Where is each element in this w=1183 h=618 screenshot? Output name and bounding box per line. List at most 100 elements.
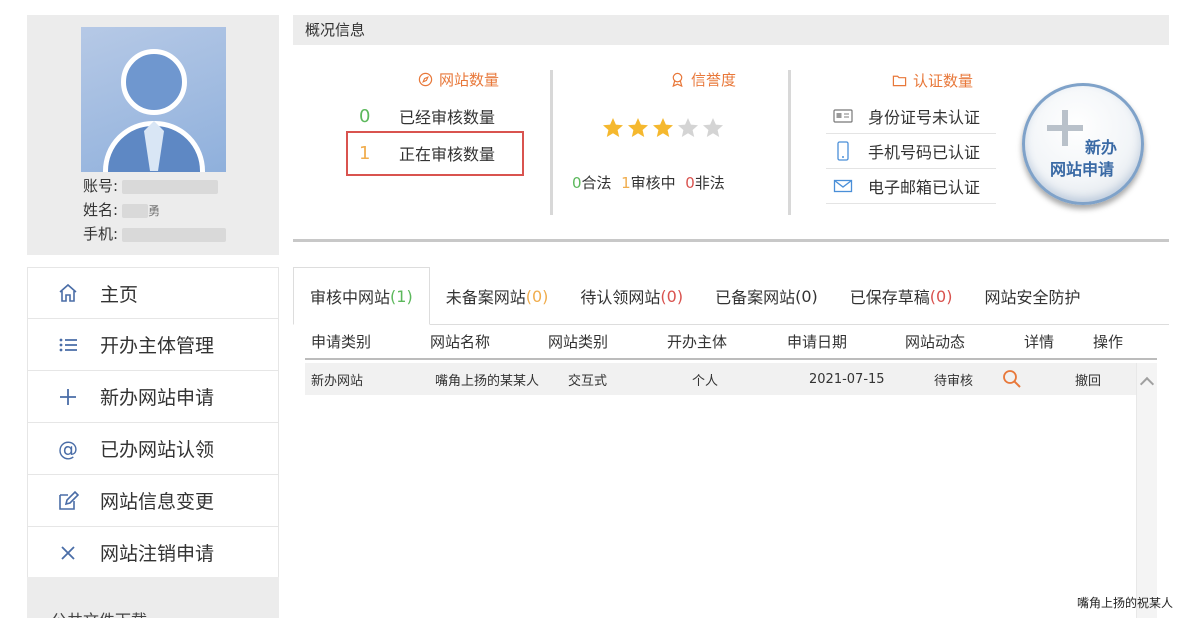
legal-label: 合法	[581, 174, 612, 192]
account-row: 账号:	[83, 175, 219, 196]
star-filled-icon	[653, 118, 673, 137]
at-icon: @	[58, 436, 78, 461]
site-count-title-text: 网站数量	[439, 71, 500, 89]
sidebar-item-site-change[interactable]: 网站信息变更	[27, 475, 279, 527]
th-action: 操作	[1093, 333, 1124, 351]
avatar-head	[121, 49, 187, 115]
tab-security[interactable]: 网站安全防护	[968, 267, 1096, 325]
id-card-icon	[832, 108, 854, 124]
new-site-button-line1: 新办	[1085, 138, 1118, 157]
list-icon	[56, 334, 80, 356]
table-scrollbar[interactable]	[1136, 363, 1157, 618]
tab-count: (0)	[660, 286, 684, 306]
divider	[550, 70, 553, 215]
mail-icon	[832, 178, 854, 194]
tab-to-claim[interactable]: 待认领网站 (0)	[564, 267, 699, 325]
tab-count: (1)	[390, 286, 413, 306]
sidebar-item-label: 已办网站认领	[100, 439, 215, 461]
table-header: 申请类别 网站名称 网站类别 开办主体 申请日期 网站动态 详情 操作	[305, 325, 1157, 360]
illegal-label: 非法	[694, 174, 725, 192]
reviewed-count: 0	[359, 105, 371, 127]
auth-mail-label: 电子邮箱已认证	[868, 178, 981, 197]
cell-date: 2021-07-15	[809, 371, 885, 387]
reviewing-credit-label: 审核中	[630, 174, 676, 192]
auth-title-text: 认证数量	[913, 72, 974, 90]
sidebar-item-entity-management[interactable]: 开办主体管理	[27, 319, 279, 371]
reviewing-credit-count: 1	[621, 174, 631, 192]
cell-category: 新办网站	[311, 373, 364, 389]
illegal-count: 0	[685, 174, 695, 192]
name-row: 姓名: 勇	[83, 199, 160, 220]
sidebar-item-home[interactable]: 主页	[27, 267, 279, 319]
phone-row: 手机:	[83, 223, 227, 244]
credit-summary: 0合法 1审核中 0非法	[572, 172, 725, 193]
account-label: 账号:	[83, 177, 119, 195]
tab-reviewing[interactable]: 审核中网站 (1)	[293, 267, 430, 325]
th-category: 申请类别	[311, 333, 372, 351]
overview-header: 概况信息	[293, 15, 1169, 45]
reviewed-count-label: 已经审核数量	[399, 108, 496, 127]
sidebar-item-label: 新办网站申请	[100, 387, 215, 409]
plus-icon	[56, 386, 80, 408]
tab-label: 已备案网站	[715, 288, 796, 307]
star-empty-icon	[703, 118, 723, 137]
reviewed-count-row: 0 已经审核数量	[359, 104, 495, 128]
folder-icon	[892, 75, 907, 87]
public-files-section: 公共文件下载	[27, 577, 279, 618]
watermark: 嘴角上扬的祝某人	[1077, 596, 1174, 610]
phone-icon	[832, 141, 854, 161]
phone-value-masked	[122, 227, 227, 242]
cell-site-name: 嘴角上扬的某某人	[435, 373, 540, 389]
tab-label: 待认领网站	[580, 288, 661, 307]
tab-drafts[interactable]: 已保存草稿 (0)	[834, 267, 969, 325]
table-row: 新办网站 嘴角上扬的某某人 交互式 个人 2021-07-15 待审核 撤回	[305, 363, 1137, 395]
site-table: 申请类别 网站名称 网站类别 开办主体 申请日期 网站动态 详情 操作 新办网站…	[293, 325, 1169, 618]
tab-unfiled[interactable]: 未备案网站 (0)	[430, 267, 565, 325]
star-filled-icon	[603, 118, 623, 137]
close-icon	[56, 542, 80, 564]
auth-row-phone: 手机号码已认证	[826, 134, 996, 169]
public-files-label[interactable]: 公共文件下载	[51, 607, 147, 618]
auth-row-id: 身份证号未认证	[826, 99, 996, 134]
site-count-title: 网站数量	[418, 69, 499, 90]
award-icon	[672, 72, 683, 87]
th-date: 申请日期	[787, 333, 848, 351]
sidebar-item-new-site[interactable]: 新办网站申请	[27, 371, 279, 423]
site-tabs: 审核中网站 (1) 未备案网站 (0) 待认领网站 (0) 已备案网站 (0) 已保存草…	[293, 267, 1169, 325]
search-icon[interactable]	[1002, 369, 1022, 393]
tab-count: (0)	[525, 286, 549, 306]
th-owner: 开办主体	[667, 333, 728, 351]
sidebar-item-label: 主页	[100, 283, 139, 306]
edit-icon	[56, 490, 80, 512]
star-empty-icon	[678, 118, 698, 137]
cell-status: 待审核	[934, 373, 974, 389]
withdraw-link[interactable]: 撤回	[1075, 370, 1101, 389]
tab-count: (0)	[795, 286, 818, 306]
new-site-button[interactable]: 新办 网站申请	[1022, 83, 1144, 205]
tab-label: 审核中网站	[310, 288, 391, 307]
sidebar-item-site-cancel[interactable]: 网站注销申请	[27, 527, 279, 579]
plus-icon	[1047, 110, 1083, 146]
tab-label: 未备案网站	[445, 288, 526, 307]
auth-phone-label: 手机号码已认证	[868, 143, 981, 162]
auth-id-label: 身份证号未认证	[868, 108, 981, 127]
sidebar-item-claim-site[interactable]: @ 已办网站认领	[27, 423, 279, 475]
avatar	[81, 27, 226, 172]
sidebar-item-label: 网站信息变更	[100, 491, 215, 513]
credit-title: 信誉度	[670, 69, 736, 90]
credit-stars	[601, 116, 725, 140]
credit-title-text: 信誉度	[691, 71, 737, 89]
sidebar-menu: 主页 开办主体管理 新办网站申请 @ 已办网站认领 网站信息变更 网站注销申请	[27, 267, 279, 579]
scroll-up-icon[interactable]	[1139, 376, 1155, 392]
tab-count: (0)	[929, 286, 953, 306]
overview-bottom-border	[293, 239, 1169, 242]
legal-count: 0	[572, 174, 582, 192]
phone-label: 手机:	[83, 225, 119, 243]
cell-owner: 个人	[692, 373, 719, 389]
tab-filed[interactable]: 已备案网站 (0)	[699, 267, 834, 325]
th-site-name: 网站名称	[430, 333, 491, 351]
th-site-type: 网站类别	[548, 333, 609, 351]
divider	[788, 70, 791, 215]
name-value-partial: 勇	[148, 204, 161, 218]
auth-title: 认证数量	[892, 70, 973, 91]
